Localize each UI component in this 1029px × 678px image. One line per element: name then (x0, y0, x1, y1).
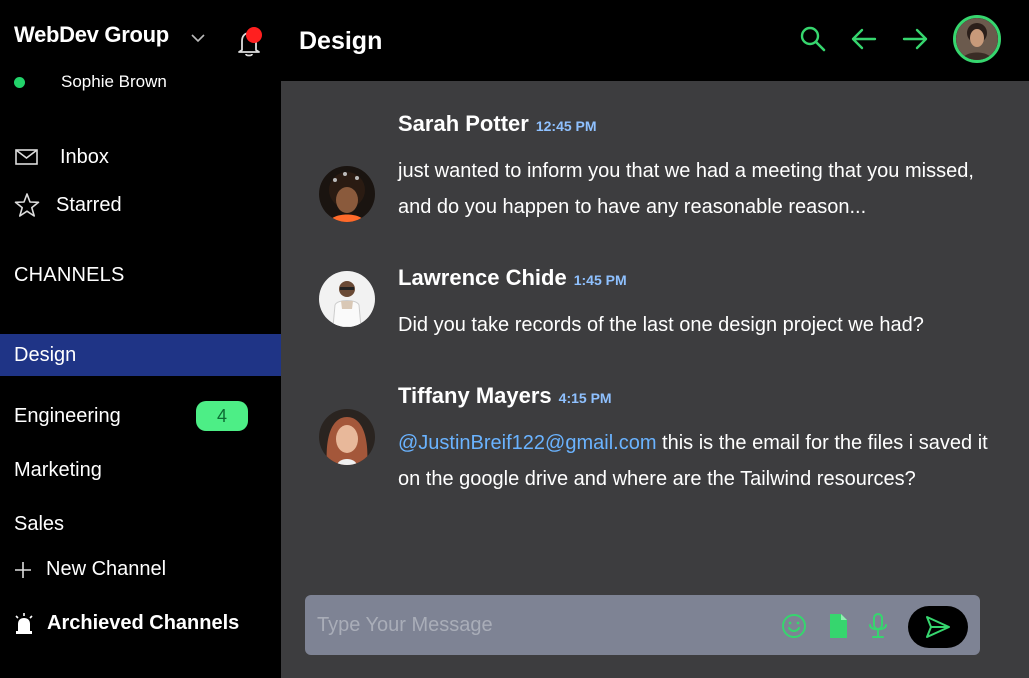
channel-label: Marketing (14, 458, 102, 481)
message-input[interactable] (317, 609, 767, 641)
team-switcher[interactable]: WebDev Group (14, 22, 169, 48)
avatar (319, 271, 375, 327)
arrow-left-icon[interactable] (849, 24, 879, 54)
notification-bell-icon[interactable] (234, 26, 264, 58)
star-icon (14, 193, 40, 217)
notification-dot (246, 27, 262, 43)
new-channel-label: New Channel (46, 558, 167, 580)
microphone-icon[interactable] (865, 613, 891, 639)
chevron-down-icon[interactable] (190, 30, 206, 46)
current-user: Sophie Brown (14, 72, 167, 92)
archived-channels-label: Archieved Channels (47, 612, 240, 634)
nav-starred-label: Starred (56, 193, 122, 216)
unread-badge: 4 (196, 401, 248, 431)
emoji-icon[interactable] (781, 613, 807, 639)
message-list: Sarah Potter 12:45 PM just wanted to inf… (281, 81, 1029, 678)
message-header: Lawrence Chide 1:45 PM (398, 265, 627, 291)
online-status-dot (14, 76, 25, 88)
message-composer (305, 595, 980, 655)
message-text: Did you take records of the last one des… (398, 314, 924, 336)
channels-heading: CHANNELS (14, 264, 125, 286)
alarm-icon (15, 612, 33, 634)
send-button[interactable] (908, 606, 968, 648)
channel-sales[interactable]: Sales (0, 503, 281, 545)
sender-name: Sarah Potter (398, 111, 529, 136)
archived-channels-button[interactable]: Archieved Channels (14, 612, 239, 635)
send-icon (926, 616, 950, 638)
nav-inbox-label: Inbox (60, 145, 109, 168)
channel-design[interactable]: Design (0, 334, 281, 376)
sidebar: WebDev Group Sophie Brown Inbox Starred … (0, 0, 281, 678)
channel-marketing[interactable]: Marketing (0, 449, 281, 491)
channel-label: Sales (14, 512, 65, 535)
avatar (319, 409, 375, 465)
mail-icon (15, 149, 38, 165)
new-channel-button[interactable]: New Channel (14, 558, 166, 581)
nav-inbox[interactable]: Inbox (14, 144, 109, 170)
channel-header: Design (281, 0, 1029, 81)
message-header: Sarah Potter 12:45 PM (398, 111, 597, 137)
message-time: 4:15 PM (558, 390, 612, 406)
channel-title: Design (299, 27, 383, 55)
file-icon[interactable] (825, 613, 851, 639)
arrow-right-icon[interactable] (900, 24, 930, 54)
channel-label: Engineering (14, 404, 121, 427)
channel-engineering[interactable]: Engineering 4 (0, 395, 281, 437)
user-avatar[interactable] (953, 15, 1001, 63)
team-name: WebDev Group (14, 22, 169, 47)
mention-link[interactable]: @JustinBreif122@gmail.com (398, 432, 656, 454)
nav-starred[interactable]: Starred (14, 192, 122, 218)
sender-name: Lawrence Chide (398, 265, 567, 290)
plus-icon (15, 561, 31, 578)
message-time: 12:45 PM (535, 118, 597, 134)
message-text: just wanted to inform you that we had a … (398, 160, 974, 218)
message-header: Tiffany Mayers 4:15 PM (398, 383, 612, 409)
message-text: @JustinBreif122@gmail.com this is the em… (398, 425, 998, 497)
sender-name: Tiffany Mayers (398, 383, 552, 408)
search-icon[interactable] (798, 24, 828, 54)
user-name: Sophie Brown (61, 72, 167, 91)
message-time: 1:45 PM (573, 272, 627, 288)
avatar (319, 166, 375, 222)
channel-label: Design (14, 343, 77, 366)
